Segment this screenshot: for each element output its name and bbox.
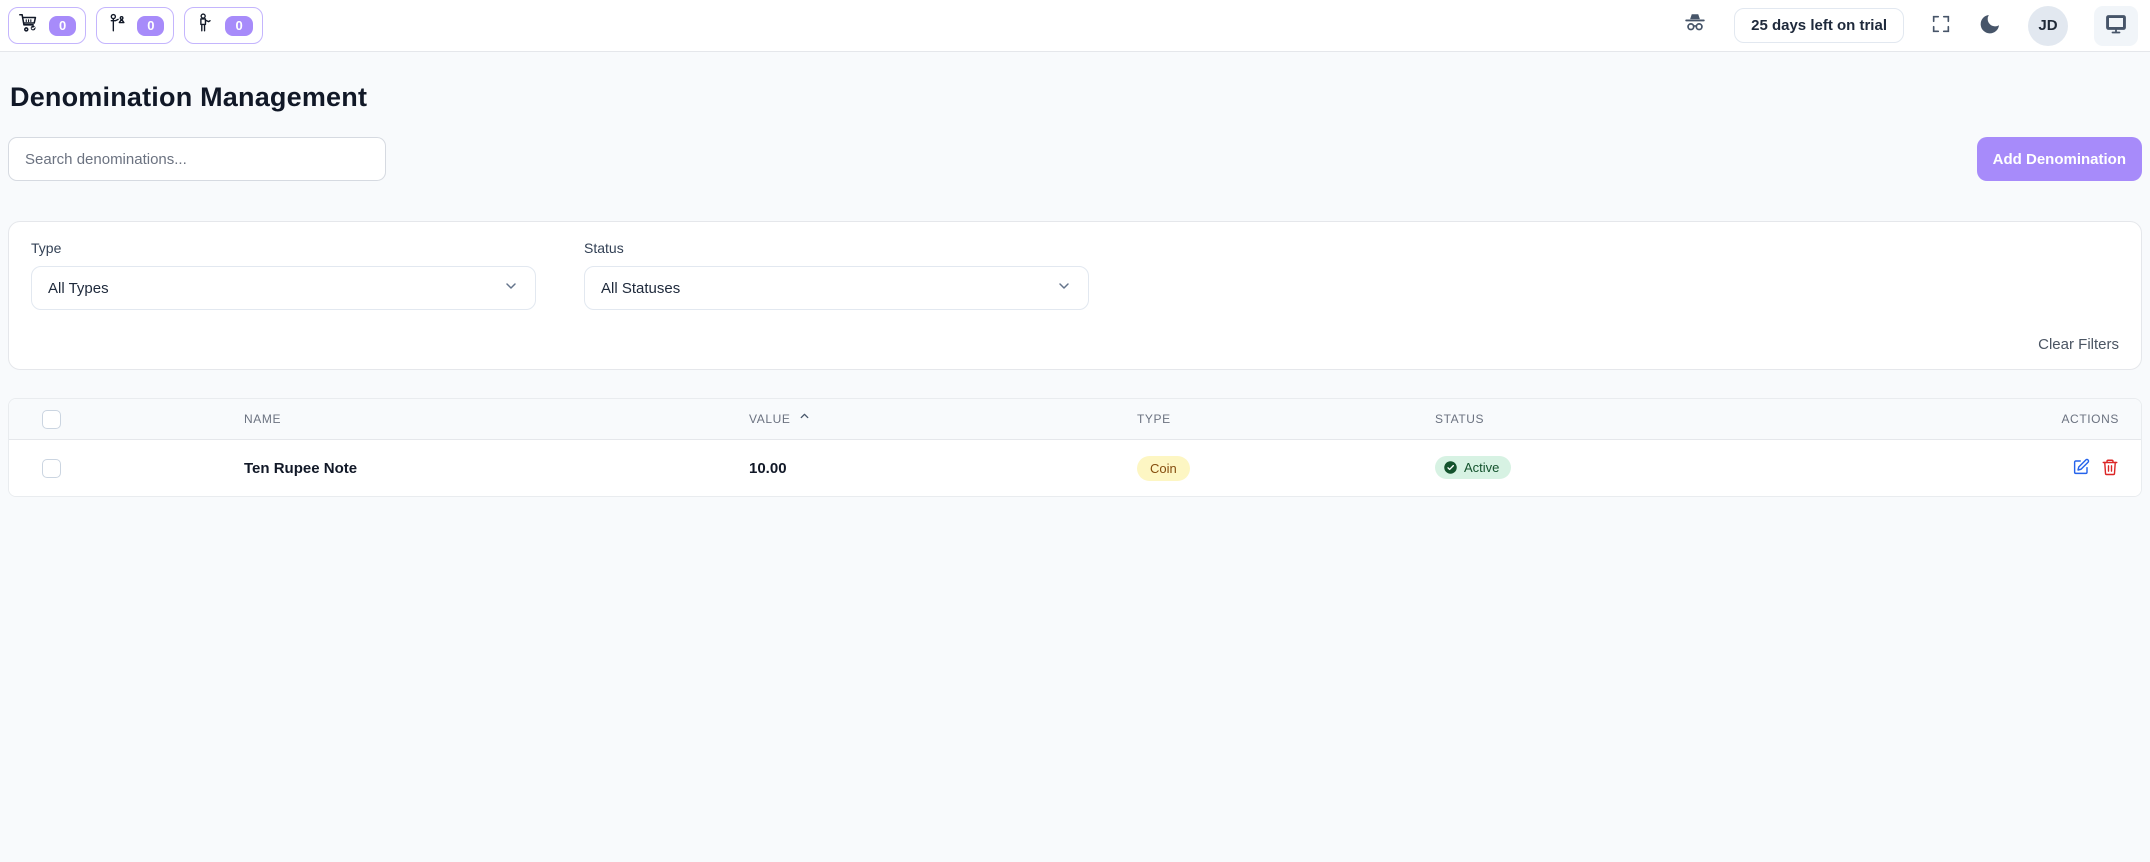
status-filter-select[interactable]: All Statuses — [584, 266, 1089, 310]
status-filter-label: Status — [584, 240, 624, 256]
avatar[interactable]: JD — [2028, 5, 2068, 46]
incognito-button[interactable] — [1682, 11, 1708, 40]
dark-mode-toggle[interactable] — [1978, 12, 2002, 39]
cart-icon — [18, 12, 40, 39]
column-header-status[interactable]: STATUS — [1435, 412, 1855, 426]
type-filter-label: Type — [31, 240, 62, 256]
row-name-cell: Ten Rupee Note — [244, 459, 358, 477]
filter-card: Type All Types Status All Statuses Clear… — [8, 221, 2142, 370]
fullscreen-icon — [1930, 13, 1952, 38]
sort-asc-icon — [798, 410, 811, 428]
select-all-checkbox[interactable] — [42, 409, 61, 429]
row-type-cell: Coin — [1137, 455, 1435, 481]
fullscreen-button[interactable] — [1930, 13, 1952, 38]
waiter-counter-pill[interactable]: 0 — [96, 7, 175, 44]
person-counter-pill[interactable]: 0 — [184, 7, 263, 44]
status-badge-label: Active — [1464, 460, 1500, 475]
column-header-value[interactable]: VALUE — [749, 410, 1137, 428]
row-value-cell: 10.00 — [749, 459, 787, 477]
edit-icon — [2072, 458, 2090, 479]
header-checkbox-cell — [9, 409, 244, 429]
column-header-value-label: VALUE — [749, 412, 791, 426]
filter-footer: Clear Filters — [31, 336, 2119, 353]
filter-grid: Type All Types Status All Statuses — [31, 240, 2119, 310]
row-actions-cell — [1855, 458, 2141, 479]
chevron-down-icon — [503, 278, 519, 299]
type-badge: Coin — [1137, 455, 1190, 481]
add-denomination-button[interactable]: Add Denomination — [1976, 137, 2142, 181]
type-filter-select[interactable]: All Types — [31, 266, 536, 310]
person-icon — [194, 12, 216, 39]
status-badge: Active — [1435, 456, 1512, 479]
status-filter-value: All Statuses — [601, 279, 681, 297]
cart-count-badge: 0 — [49, 15, 77, 36]
cart-counter-pill[interactable]: 0 — [8, 7, 87, 44]
waiter-count-badge: 0 — [137, 15, 165, 36]
status-filter-field: Status All Statuses — [584, 240, 1089, 310]
type-filter-value: All Types — [48, 279, 109, 297]
waiter-icon — [106, 12, 128, 39]
type-filter-field: Type All Types — [31, 240, 536, 310]
delete-button[interactable] — [2101, 458, 2119, 479]
display-mode-button[interactable] — [2094, 5, 2138, 46]
denominations-table: NAME VALUE TYPE STATUS ACTIONS Ten Rupee… — [8, 398, 2142, 497]
monitor-icon — [2104, 12, 2128, 39]
topbar: 0 0 0 25 days left on trial JD — [0, 0, 2150, 52]
page-title: Denomination Management — [10, 82, 368, 112]
topbar-actions: 25 days left on trial JD — [1682, 5, 2142, 46]
chevron-down-icon — [1056, 278, 1072, 299]
row-checkbox-cell — [9, 458, 244, 478]
column-header-actions: ACTIONS — [2061, 412, 2119, 426]
table-header-row: NAME VALUE TYPE STATUS ACTIONS — [9, 399, 2141, 440]
table-row: Ten Rupee Note 10.00 Coin Active — [9, 440, 2141, 496]
person-count-badge: 0 — [225, 15, 253, 36]
app-root: 0 0 0 25 days left on trial JD Denominat… — [0, 0, 2150, 862]
clear-filters-button[interactable]: Clear Filters — [2038, 336, 2119, 353]
row-checkbox[interactable] — [42, 458, 61, 478]
column-header-type[interactable]: TYPE — [1137, 412, 1435, 426]
toolbar: Add Denomination — [8, 137, 2142, 181]
main-content: Denomination Management Add Denomination… — [0, 82, 2150, 497]
column-header-name[interactable]: NAME — [244, 412, 749, 426]
check-circle-icon — [1443, 460, 1458, 475]
trial-days-button[interactable]: 25 days left on trial — [1734, 8, 1904, 43]
row-status-cell: Active — [1435, 456, 1855, 480]
topbar-counters: 0 0 0 — [8, 7, 263, 44]
incognito-icon — [1682, 11, 1708, 40]
moon-icon — [1978, 12, 2002, 39]
trash-icon — [2101, 458, 2119, 479]
edit-button[interactable] — [2072, 458, 2090, 479]
search-input[interactable] — [8, 137, 386, 181]
